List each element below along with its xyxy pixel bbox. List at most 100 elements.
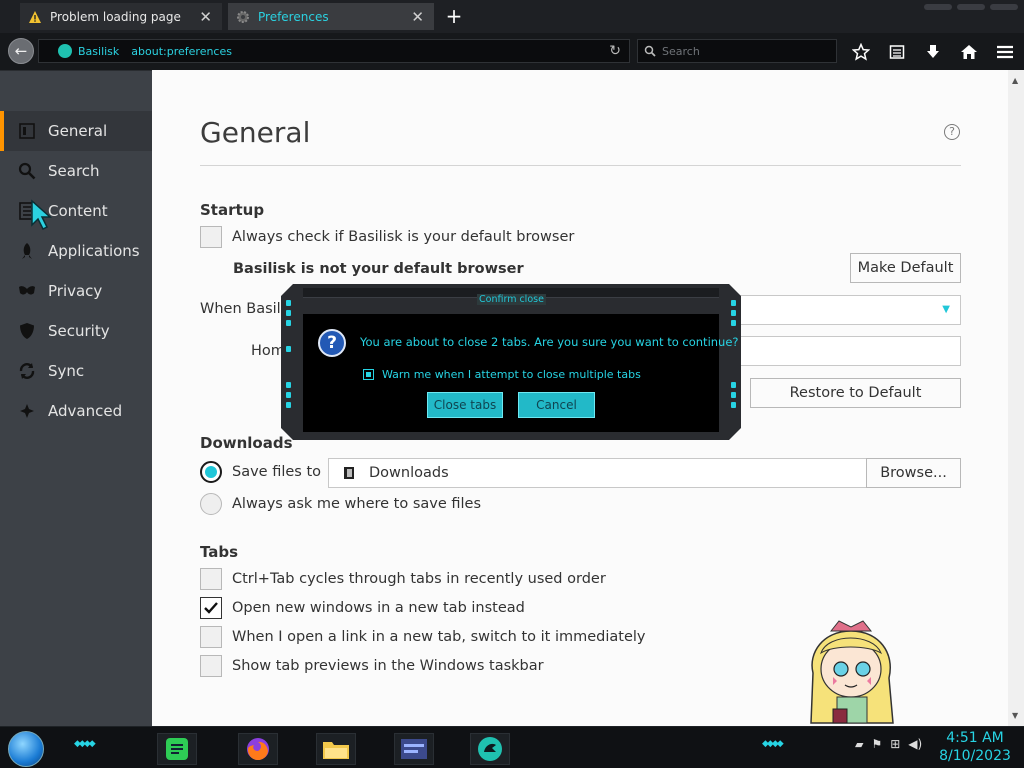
start-orb-icon[interactable] xyxy=(8,731,44,767)
taskbar-file-explorer-app[interactable] xyxy=(316,733,356,765)
frame-light xyxy=(731,382,736,388)
taskbar-control-panel-app[interactable] xyxy=(394,733,434,765)
page-title: General xyxy=(200,116,311,149)
warn-multiple-tabs-label: Warn me when I attempt to close multiple… xyxy=(382,368,641,381)
frame-light xyxy=(731,300,736,306)
sidebar-item-privacy[interactable]: Privacy xyxy=(0,271,152,311)
close-tabs-button[interactable]: Close tabs xyxy=(427,392,503,418)
scroll-down-icon[interactable]: ▼ xyxy=(1012,711,1018,720)
notes-app-icon xyxy=(166,738,188,760)
url-bar[interactable]: Basilisk about:preferences ↻ xyxy=(38,39,630,63)
warn-multiple-tabs-row[interactable]: Warn me when I attempt to close multiple… xyxy=(363,368,641,381)
volume-icon[interactable]: ◀) xyxy=(908,737,922,751)
sidebar-item-label: Security xyxy=(48,322,110,340)
tab-problem-loading[interactable]: Problem loading page ✕ xyxy=(20,3,222,30)
flag-icon[interactable]: ⚑ xyxy=(871,737,882,751)
tab-previews-row[interactable]: Show tab previews in the Windows taskbar xyxy=(200,655,544,677)
gear-icon xyxy=(237,10,249,23)
help-icon[interactable]: ? xyxy=(944,124,960,140)
folder-app-icon xyxy=(323,742,349,759)
minimize-button[interactable] xyxy=(924,4,952,10)
home-page-input[interactable] xyxy=(728,336,961,366)
switch-tab-row[interactable]: When I open a link in a new tab, switch … xyxy=(200,626,646,648)
close-window-button[interactable] xyxy=(990,4,1018,10)
sidebar-item-sync[interactable]: Sync xyxy=(0,351,152,391)
switch-tab-checkbox[interactable] xyxy=(200,626,222,648)
close-icon[interactable]: ✕ xyxy=(411,8,424,26)
tab-label: Problem loading page xyxy=(50,9,181,24)
question-icon: ? xyxy=(318,329,346,357)
identity-label: Basilisk xyxy=(78,44,120,58)
scrollbar[interactable]: ▲ ▼ xyxy=(1008,70,1024,726)
browse-button[interactable]: Browse... xyxy=(866,458,961,488)
taskbar-notes-app[interactable] xyxy=(157,733,197,765)
new-windows-label: Open new windows in a new tab instead xyxy=(232,600,525,616)
taskbar-basilisk-app[interactable] xyxy=(470,733,510,765)
network-icon[interactable]: ⊞ xyxy=(890,737,900,751)
close-icon[interactable]: ✕ xyxy=(199,8,212,26)
maximize-button[interactable] xyxy=(957,4,985,10)
reload-icon[interactable]: ↻ xyxy=(609,43,621,59)
sidebar-item-general[interactable]: General xyxy=(0,111,152,151)
toolbar-icons xyxy=(848,41,1018,63)
sidebar-item-label: Search xyxy=(48,162,100,180)
url-text[interactable]: about:preferences xyxy=(131,45,232,58)
always-ask-label: Always ask me where to save files xyxy=(232,496,482,512)
warn-multiple-tabs-checkbox[interactable] xyxy=(363,369,374,380)
tab-previews-checkbox[interactable] xyxy=(200,655,222,677)
startup-select[interactable]: ▼ xyxy=(728,295,961,325)
magnifier-icon xyxy=(644,45,656,57)
bookmark-star-icon[interactable] xyxy=(848,41,874,63)
bookmarks-list-icon[interactable] xyxy=(884,41,910,63)
tab-preferences[interactable]: Preferences ✕ xyxy=(228,3,434,30)
save-files-radio[interactable] xyxy=(200,461,222,483)
always-ask-radio[interactable] xyxy=(200,493,222,515)
mouse-cursor-icon xyxy=(31,199,52,231)
download-folder-field[interactable]: Downloads xyxy=(328,458,867,488)
ctrl-tab-checkbox[interactable] xyxy=(200,568,222,590)
navigation-toolbar: ← Basilisk about:preferences ↻ Search xyxy=(0,33,1024,70)
default-browser-checkbox[interactable] xyxy=(200,226,222,248)
warning-icon xyxy=(29,10,41,23)
sidebar-item-search[interactable]: Search xyxy=(0,151,152,191)
search-placeholder: Search xyxy=(662,44,700,58)
search-input[interactable]: Search xyxy=(637,39,837,63)
menu-icon[interactable] xyxy=(992,41,1018,63)
always-ask-row[interactable]: Always ask me where to save files xyxy=(200,493,481,515)
make-default-button[interactable]: Make Default xyxy=(850,253,961,283)
default-browser-status: Basilisk is not your default browser xyxy=(233,261,524,277)
restore-default-button[interactable]: Restore to Default xyxy=(750,378,961,408)
frame-light xyxy=(731,320,736,326)
taskbar-firefox-app[interactable] xyxy=(238,733,278,765)
identity-icon[interactable] xyxy=(58,44,72,58)
ctrl-tab-row[interactable]: Ctrl+Tab cycles through tabs in recently… xyxy=(200,568,606,590)
sidebar-item-applications[interactable]: Applications xyxy=(0,231,152,271)
downloads-icon[interactable] xyxy=(920,41,946,63)
action-center-icon[interactable]: ▰ xyxy=(855,738,863,751)
new-tab-button[interactable]: + xyxy=(444,4,464,28)
home-page-label: Hom xyxy=(251,343,285,359)
window-controls xyxy=(919,0,1024,14)
frame-light xyxy=(286,382,291,388)
save-files-label: Save files to xyxy=(232,464,322,480)
cancel-button[interactable]: Cancel xyxy=(518,392,595,418)
sidebar-item-content[interactable]: Content xyxy=(0,191,152,231)
taskbar-clock[interactable]: 4:51 AM 8/10/2023 xyxy=(935,729,1015,765)
mascot-character-image xyxy=(810,620,894,724)
sidebar-item-advanced[interactable]: Advanced xyxy=(0,391,152,431)
home-icon[interactable] xyxy=(956,41,982,63)
startup-heading: Startup xyxy=(200,201,265,219)
clock-time: 4:51 AM xyxy=(946,730,1004,746)
default-browser-check-row[interactable]: Always check if Basilisk is your default… xyxy=(200,226,574,248)
sidebar-item-label: Advanced xyxy=(48,402,123,420)
switch-tab-label: When I open a link in a new tab, switch … xyxy=(232,629,646,645)
frame-light xyxy=(731,310,736,316)
back-button[interactable]: ← xyxy=(8,38,34,64)
new-windows-row[interactable]: Open new windows in a new tab instead xyxy=(200,597,525,619)
new-windows-checkbox[interactable] xyxy=(200,597,222,619)
sidebar-item-security[interactable]: Security xyxy=(0,311,152,351)
save-files-row[interactable]: Save files to xyxy=(200,461,321,483)
ctrl-tab-label: Ctrl+Tab cycles through tabs in recently… xyxy=(232,571,606,587)
frame-light xyxy=(286,310,291,316)
scroll-up-icon[interactable]: ▲ xyxy=(1012,76,1018,85)
